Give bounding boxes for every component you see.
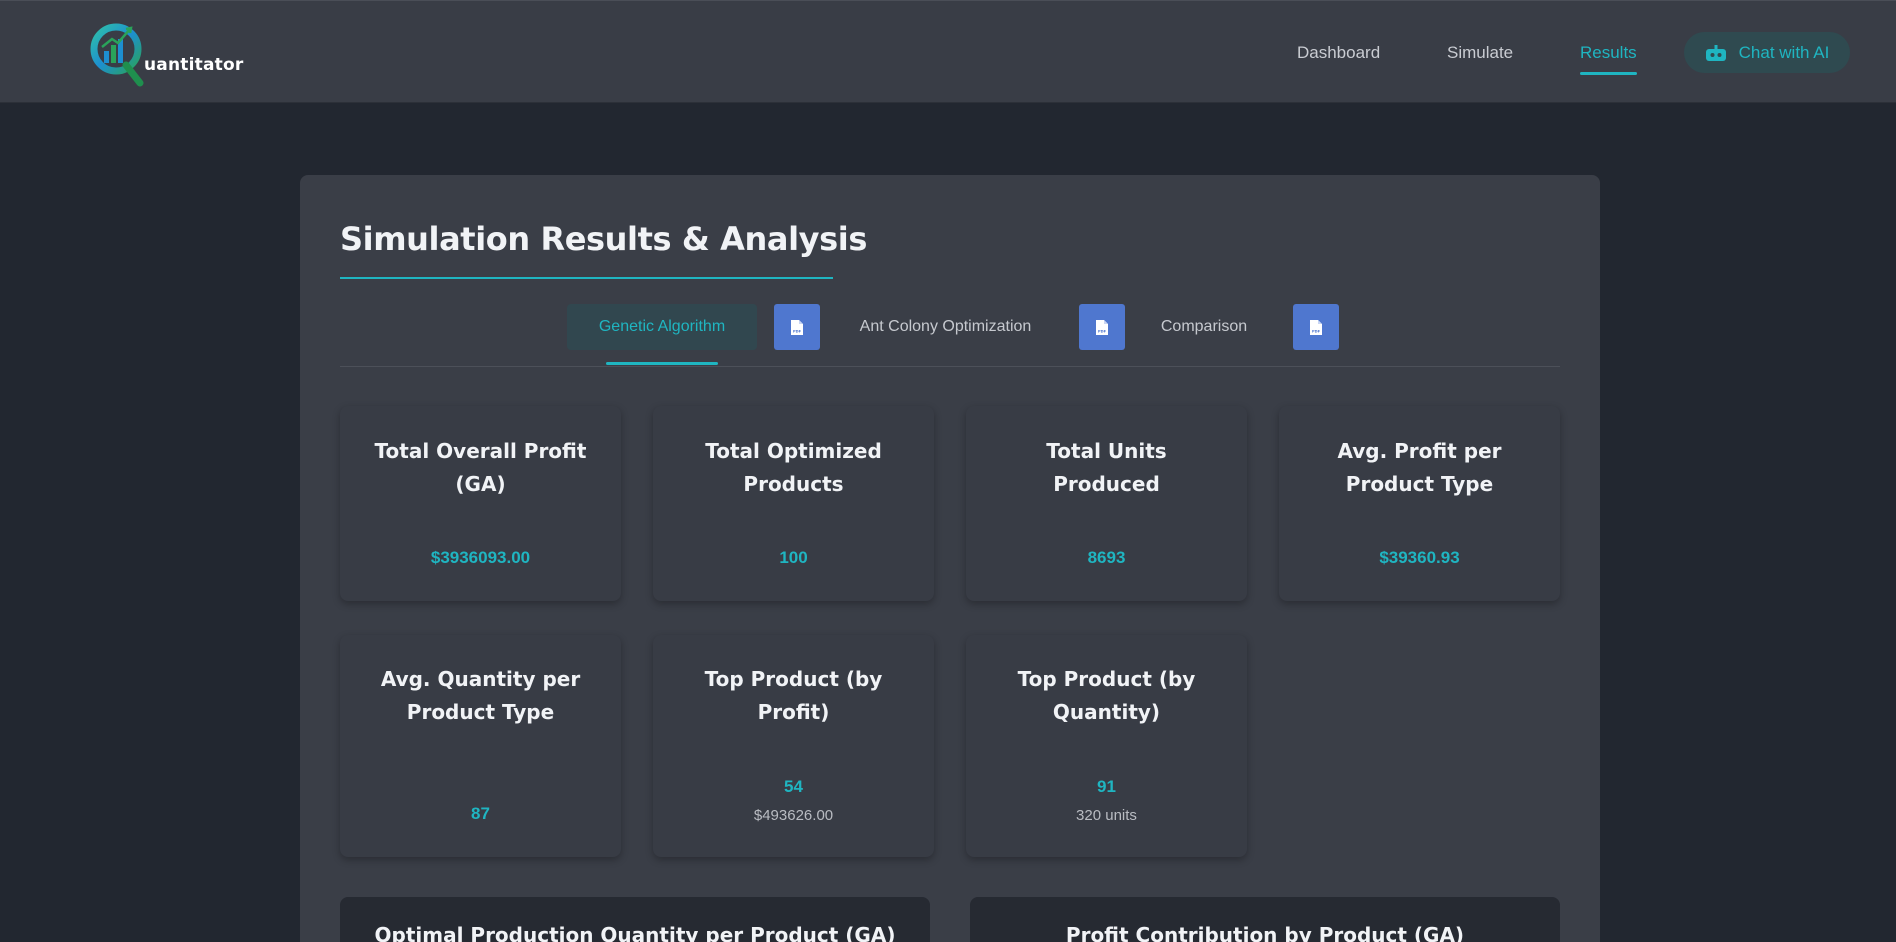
page-title: Simulation Results & Analysis xyxy=(340,220,867,258)
stat-card-title: Avg. Quantity per Product Type xyxy=(380,667,581,724)
robot-icon xyxy=(1705,44,1726,61)
tabs-divider xyxy=(340,366,1560,367)
stat-card-title: Total Overall Profit (GA) xyxy=(374,439,587,496)
pdf-label: PDF xyxy=(1098,329,1107,333)
stat-card-value: 87 xyxy=(471,804,490,823)
pdf-label: PDF xyxy=(1312,329,1321,333)
brand-name: uantitator xyxy=(144,55,244,75)
stat-card-total-profit: Total Overall Profit (GA) $3936093.00 xyxy=(340,406,621,601)
top-navbar: uantitator Dashboard Simulate Results Ch… xyxy=(0,0,1896,103)
pdf-export-button-ga[interactable]: PDF xyxy=(774,304,820,350)
pdf-file-icon: PDF xyxy=(1310,319,1322,335)
stat-card-title: Top Product (by Profit) xyxy=(704,667,883,724)
stat-card-units-produced: Total Units Produced 8693 xyxy=(966,406,1247,601)
stat-card-avg-quantity: Avg. Quantity per Product Type 87 xyxy=(340,635,621,857)
stat-card-value: $3936093.00 xyxy=(430,548,531,567)
stat-card-optimized-products: Total Optimized Products 100 xyxy=(653,406,934,601)
stat-card-title: Total Optimized Products xyxy=(705,439,882,496)
pdf-label: PDF xyxy=(793,329,802,333)
chart-title: Profit Contribution by Product (GA) xyxy=(1065,923,1465,942)
stat-card-top-product-profit: Top Product (by Profit) 54 $493626.00 xyxy=(653,635,934,857)
nav-results[interactable]: Results xyxy=(1580,43,1637,63)
stat-card-title: Top Product (by Quantity) xyxy=(1017,667,1196,724)
tab-comparison[interactable]: Comparison xyxy=(1146,304,1262,350)
stat-card-value: 54 xyxy=(784,777,803,796)
chat-with-ai-button[interactable]: Chat with AI xyxy=(1684,32,1850,73)
stat-card-value: 8693 xyxy=(1087,548,1126,567)
nav-active-indicator xyxy=(1580,72,1637,75)
stat-card-avg-profit: Avg. Profit per Product Type $39360.93 xyxy=(1279,406,1560,601)
tab-genetic-algorithm[interactable]: Genetic Algorithm xyxy=(567,304,757,350)
stat-card-value: 91 xyxy=(1097,777,1116,796)
quantitator-logo[interactable]: uantitator xyxy=(88,17,258,89)
pdf-export-button-aco[interactable]: PDF xyxy=(1079,304,1125,350)
chart-card-production-quantity: Optimal Production Quantity per Product … xyxy=(340,897,930,942)
tab-active-indicator xyxy=(606,362,718,365)
logo-mark-icon xyxy=(90,23,144,87)
pdf-export-button-comparison[interactable]: PDF xyxy=(1293,304,1339,350)
stat-card-value: 100 xyxy=(779,548,808,567)
tab-ant-colony-optimization[interactable]: Ant Colony Optimization xyxy=(842,304,1049,350)
nav-simulate[interactable]: Simulate xyxy=(1447,43,1513,63)
pdf-file-icon: PDF xyxy=(1096,319,1108,335)
chart-title: Optimal Production Quantity per Product … xyxy=(374,923,896,942)
stat-card-subvalue: 320 units xyxy=(1076,807,1137,824)
stat-card-top-product-quantity: Top Product (by Quantity) 91 320 units xyxy=(966,635,1247,857)
nav-dashboard[interactable]: Dashboard xyxy=(1297,43,1380,63)
stat-card-value: $39360.93 xyxy=(1379,548,1460,567)
chart-card-profit-contribution: Profit Contribution by Product (GA) xyxy=(970,897,1560,942)
pdf-file-icon: PDF xyxy=(791,319,803,335)
stat-card-subvalue: $493626.00 xyxy=(753,807,834,824)
stat-card-title: Avg. Profit per Product Type xyxy=(1337,439,1502,496)
title-underline xyxy=(340,277,833,279)
stat-card-title: Total Units Produced xyxy=(1046,439,1167,496)
chat-button-label: Chat with AI xyxy=(1738,42,1830,62)
